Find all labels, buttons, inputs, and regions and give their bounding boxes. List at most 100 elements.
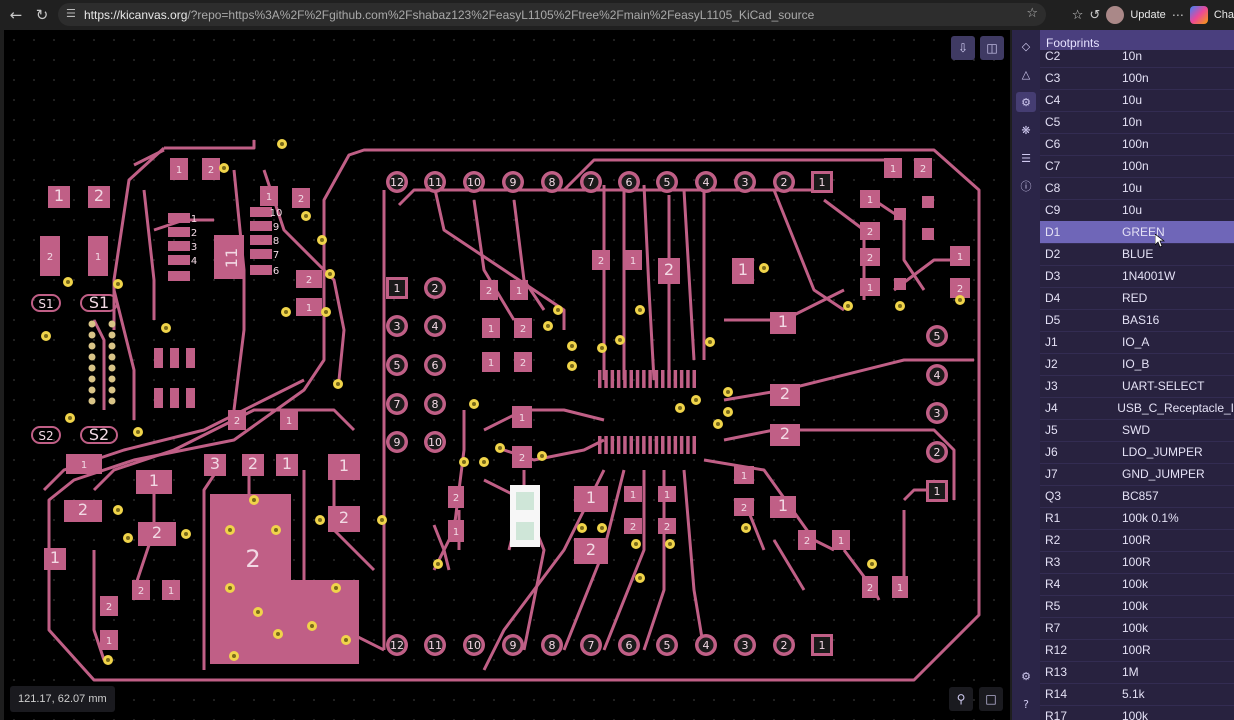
layers-icon[interactable]: ◇: [1016, 36, 1036, 56]
footprint-row-j7[interactable]: J7 GND_JUMPER: [1040, 463, 1234, 486]
footprint-ref: J2: [1045, 357, 1058, 371]
zoom-to-page-button[interactable]: □: [979, 687, 1003, 711]
footprint-row-r13[interactable]: R13 1M: [1040, 661, 1234, 684]
nets-icon[interactable]: ❋: [1016, 120, 1036, 140]
smd-pad-label: 2: [804, 536, 810, 547]
footprint-row-j2[interactable]: J2 IO_B: [1040, 353, 1234, 376]
ic-pin: [250, 221, 272, 231]
footprint-ref: R12: [1045, 643, 1068, 657]
footprint-row-d4[interactable]: D4 RED: [1040, 287, 1234, 310]
properties-icon[interactable]: ☰: [1016, 148, 1036, 168]
footprint-ref: C3: [1045, 71, 1061, 85]
footprint-ref: C5: [1045, 115, 1061, 129]
more-icon[interactable]: ⋯: [1172, 8, 1184, 22]
via-hole: [136, 430, 140, 434]
settings-icon[interactable]: ⚙: [1016, 666, 1036, 686]
update-button[interactable]: Update: [1130, 9, 1165, 21]
footprint-row-r4[interactable]: R4 100k: [1040, 573, 1234, 596]
header-bottom-pin-label: 6: [626, 639, 633, 652]
mcu-pin: [598, 436, 602, 454]
small-pad: [170, 388, 179, 408]
download-button[interactable]: ⇩: [951, 36, 975, 60]
star-icon[interactable]: ☆: [1026, 6, 1038, 21]
profile-avatar[interactable]: [1106, 6, 1125, 24]
side-rail: ◇ △ ⚙ ❋ ☰ ⓘ ⚙ ?: [1012, 30, 1040, 720]
footprint-ref: J6: [1045, 445, 1058, 459]
back-arrow-icon[interactable]: ←: [3, 2, 29, 28]
copilot-tab-label[interactable]: Cha: [1214, 9, 1234, 21]
footprint-row-c9[interactable]: C9 10u: [1040, 199, 1234, 222]
footprint-value: 100R: [1122, 643, 1151, 657]
footprint-row-j5[interactable]: J5 SWD: [1040, 419, 1234, 442]
smd-pad-label: 1: [488, 358, 494, 369]
smd-pad-label: 2: [486, 286, 492, 297]
smd-pad-label: 1: [778, 496, 788, 515]
ic-pin: [168, 271, 190, 281]
usb-pin: [88, 397, 96, 405]
smd-pad-label: 2: [586, 540, 596, 559]
footprint-value: BAS16: [1122, 313, 1160, 327]
mcu-pin: [679, 436, 684, 454]
site-info-icon[interactable]: ☰: [66, 7, 76, 20]
footprint-row-q3[interactable]: Q3 BC857: [1040, 485, 1234, 508]
footprint-row-d2[interactable]: D2 BLUE: [1040, 243, 1234, 266]
header-bottom-pin-label: 2: [781, 639, 788, 652]
pcb-viewer[interactable]: 2 11 12 11 10 9 8 7 6 5 4 3 2 1 12 11 10 9 8 7 6 5 4 3 2 1 1 3 5 7 9…: [4, 30, 1010, 720]
footprint-row-j4[interactable]: J4 USB_C_Receptacle_I: [1040, 397, 1234, 420]
footprint-row-r5[interactable]: R5 100k: [1040, 595, 1234, 618]
usb-pin: [108, 342, 116, 350]
footprint-value: RED: [1122, 291, 1148, 305]
footprint-row-c5[interactable]: C5 10n: [1040, 111, 1234, 134]
footprint-ref: R7: [1045, 621, 1061, 635]
footprints-icon[interactable]: ⚙: [1016, 92, 1036, 112]
copilot-icon[interactable]: [1189, 6, 1208, 24]
toggle-panel-button[interactable]: ◫: [980, 36, 1004, 60]
objects-icon[interactable]: △: [1016, 64, 1036, 84]
pcb-canvas[interactable]: 2 11 12 11 10 9 8 7 6 5 4 3 2 112 11 10 9 8 7 6 5 4 3 2 113579…: [4, 30, 1010, 720]
smd-pad-label: 1: [778, 312, 788, 331]
mcu-pin: [629, 436, 633, 454]
smd-pad-label: 2: [94, 186, 104, 205]
footprint-row-d1[interactable]: D1 GREEN: [1040, 221, 1234, 244]
footprint-row-d5[interactable]: D5 BAS16: [1040, 309, 1234, 332]
footprint-row-j6[interactable]: J6 LDO_JUMPER: [1040, 441, 1234, 464]
smd-pad-label: 2: [298, 194, 304, 205]
footprint-row-c8[interactable]: C8 10u: [1040, 177, 1234, 200]
address-bar[interactable]: ☰ https://kicanvas.org/?repo=https%3A%2F…: [58, 3, 1046, 26]
history-icon[interactable]: ↺: [1089, 8, 1100, 23]
footprint-row-r14[interactable]: R14 5.1k: [1040, 683, 1234, 706]
footprint-row-j1[interactable]: J1 IO_A: [1040, 331, 1234, 354]
header-bottom-pin-label: 3: [742, 639, 749, 652]
footprint-row-j3[interactable]: J3 UART-SELECT: [1040, 375, 1234, 398]
footprint-row-r17[interactable]: R17 100k: [1040, 705, 1234, 720]
footprint-row-r2[interactable]: R2 100R: [1040, 529, 1234, 552]
footprint-row-r7[interactable]: R7 100k: [1040, 617, 1234, 640]
favorites-icon[interactable]: ☆: [1072, 8, 1084, 23]
via-hole: [482, 460, 486, 464]
footprint-ref: J4: [1045, 401, 1058, 415]
reload-icon[interactable]: ↻: [29, 2, 55, 28]
smd-pad-label: 2: [920, 164, 926, 175]
footprint-value: 10u: [1122, 203, 1143, 217]
smd-pad-label: 1: [664, 490, 670, 501]
via-hole: [498, 446, 502, 450]
header-left-pin-label: 4: [432, 320, 439, 333]
small-pad: [170, 348, 179, 368]
info-icon[interactable]: ⓘ: [1016, 176, 1036, 196]
footprint-row-c4[interactable]: C4 10u: [1040, 89, 1234, 112]
header-bottom-pin-1-label: 1: [819, 639, 826, 652]
footprint-row-r1[interactable]: R1 100k 0.1%: [1040, 507, 1234, 530]
help-icon[interactable]: ?: [1016, 694, 1036, 714]
footprint-row-d3[interactable]: D3 1N4001W: [1040, 265, 1234, 288]
mcu-pin: [686, 436, 690, 454]
header-bottom-pin-label: 9: [510, 639, 517, 652]
footprint-row-c7[interactable]: C7 100n: [1040, 155, 1234, 178]
zoom-to-fit-button[interactable]: ⚲: [949, 687, 973, 711]
footprint-row-c3[interactable]: C3 100n: [1040, 67, 1234, 90]
footprint-row-c6[interactable]: C6 100n: [1040, 133, 1234, 156]
footprint-row-c2[interactable]: C2 10n: [1040, 45, 1234, 68]
usb-pin: [108, 320, 116, 328]
footprint-row-r12[interactable]: R12 100R: [1040, 639, 1234, 662]
smd-pad-label: 2: [138, 586, 144, 597]
footprint-row-r3[interactable]: R3 100R: [1040, 551, 1234, 574]
